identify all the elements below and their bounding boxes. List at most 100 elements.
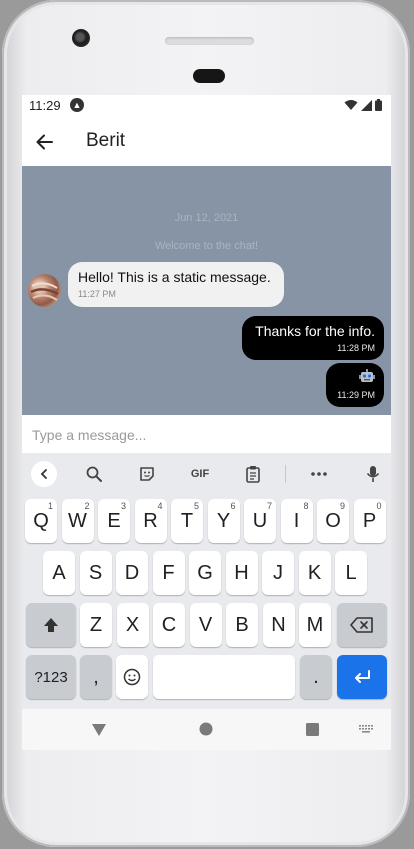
battery-icon xyxy=(375,99,382,111)
status-icons xyxy=(344,99,382,111)
expo-app-icon: ▲ xyxy=(70,98,84,112)
nav-recents-icon[interactable] xyxy=(306,723,319,736)
key-u[interactable]: U7 xyxy=(244,499,276,543)
key-label: P xyxy=(362,509,377,532)
key-number-hint: 1 xyxy=(47,501,53,511)
keyboard-search-button[interactable] xyxy=(80,460,108,488)
key-m[interactable]: M xyxy=(299,603,331,647)
key-w[interactable]: W2 xyxy=(61,499,94,543)
keyboard-collapse-button[interactable] xyxy=(31,461,57,487)
key-number-hint: 9 xyxy=(339,501,345,511)
key-l[interactable]: L xyxy=(335,551,367,595)
key-number-hint: 3 xyxy=(120,501,126,511)
device-screen: 11:29 ▲ Berit Jun 12, 2021 Welcome to th… xyxy=(22,95,391,750)
shift-key[interactable] xyxy=(26,603,76,647)
key-label: T xyxy=(180,509,194,532)
key-e[interactable]: E3 xyxy=(98,499,130,543)
key-label: I xyxy=(293,509,300,532)
message-text: Thanks for the info. xyxy=(255,323,375,339)
system-message: Welcome to the chat! xyxy=(154,240,259,252)
proximity-sensor xyxy=(193,69,225,83)
outgoing-emoji-bubble[interactable]: 11:29 PM xyxy=(326,363,384,407)
key-s[interactable]: S xyxy=(79,551,112,595)
comma-key[interactable]: , xyxy=(80,655,112,699)
clipboard-button[interactable] xyxy=(239,460,267,488)
key-z[interactable]: Z xyxy=(80,603,112,647)
outgoing-message-bubble[interactable]: Thanks for the info. 11:28 PM xyxy=(242,316,384,360)
key-b[interactable]: B xyxy=(226,603,258,647)
key-number-hint: 5 xyxy=(193,501,199,511)
message-list[interactable]: Jun 12, 2021 Welcome to the chat! Hello!… xyxy=(22,166,391,415)
key-g[interactable]: G xyxy=(189,551,221,595)
toolbar-divider xyxy=(285,465,286,483)
key-f[interactable]: F xyxy=(152,551,185,595)
key-d[interactable]: D xyxy=(116,551,148,595)
clipboard-icon xyxy=(246,466,260,483)
sticker-button[interactable] xyxy=(133,460,161,488)
search-icon xyxy=(86,466,102,482)
nav-home-icon[interactable] xyxy=(199,722,213,736)
key-label: Y xyxy=(216,509,231,532)
message-time: 11:29 PM xyxy=(337,390,375,400)
robot-emoji-icon xyxy=(359,369,375,382)
key-label: R xyxy=(143,509,158,532)
key-y[interactable]: Y6 xyxy=(207,499,240,543)
key-number-hint: 2 xyxy=(84,501,90,511)
key-x[interactable]: X xyxy=(116,603,149,647)
shift-arrow-icon xyxy=(44,618,58,632)
system-navigation-bar xyxy=(22,709,391,750)
space-key[interactable] xyxy=(153,655,295,699)
backspace-key[interactable] xyxy=(337,603,387,647)
front-camera xyxy=(72,29,90,47)
period-key[interactable]: . xyxy=(300,655,332,699)
enter-arrow-icon xyxy=(355,670,370,683)
key-n[interactable]: N xyxy=(262,603,295,647)
message-time: 11:28 PM xyxy=(337,343,375,353)
key-p[interactable]: P0 xyxy=(353,499,386,543)
symbols-key[interactable]: ?123 xyxy=(26,655,76,699)
status-bar: 11:29 ▲ xyxy=(22,95,391,117)
key-label: O xyxy=(325,509,341,532)
chat-title: Berit xyxy=(86,130,126,151)
composer-bar xyxy=(22,415,391,453)
gif-label: GIF xyxy=(190,468,210,480)
gif-button[interactable]: GIF xyxy=(185,460,215,488)
key-q[interactable]: Q1 xyxy=(25,499,57,543)
key-j[interactable]: J xyxy=(262,551,294,595)
key-o[interactable]: O9 xyxy=(317,499,349,543)
soft-keyboard: G I F Q 1 W 2 E 3 R 4 T 5 Y 6 U 7 I 8 O 9 … xyxy=(22,453,391,709)
more-horizontal-icon xyxy=(311,472,327,476)
keyboard-toolbar: GIF xyxy=(22,453,391,495)
key-i[interactable]: I8 xyxy=(280,499,313,543)
voice-input-button[interactable] xyxy=(359,460,387,488)
key-a[interactable]: A xyxy=(43,551,75,595)
key-t[interactable]: T5 xyxy=(171,499,203,543)
avatar-texture xyxy=(30,282,59,301)
enter-key[interactable] xyxy=(337,655,387,699)
back-button[interactable] xyxy=(32,129,58,155)
incoming-message-bubble[interactable]: Hello! This is a static message. 11:27 P… xyxy=(68,262,284,307)
sticker-icon xyxy=(140,467,154,481)
emoji-key[interactable] xyxy=(116,655,148,699)
date-separator: Jun 12, 2021 xyxy=(174,212,239,224)
key-label: E xyxy=(107,509,121,532)
smiley-icon xyxy=(123,668,141,686)
key-k[interactable]: K xyxy=(298,551,331,595)
message-emoji xyxy=(335,369,375,387)
key-number-hint: 6 xyxy=(230,501,236,511)
keyboard-switcher-icon[interactable] xyxy=(358,724,374,734)
key-h[interactable]: H xyxy=(225,551,258,595)
key-r[interactable]: R4 xyxy=(134,499,167,543)
nav-back-icon[interactable] xyxy=(91,723,107,737)
chevron-left-icon xyxy=(40,469,47,479)
more-options-button[interactable] xyxy=(305,460,333,488)
wifi-icon xyxy=(344,100,358,110)
key-v[interactable]: V xyxy=(189,603,222,647)
contact-avatar[interactable] xyxy=(28,274,61,307)
cellular-signal-icon xyxy=(361,99,372,111)
earpiece-speaker xyxy=(165,37,254,45)
key-c[interactable]: C xyxy=(153,603,185,647)
key-label: Q xyxy=(33,509,49,532)
key-number-hint: 8 xyxy=(303,501,309,511)
message-input[interactable] xyxy=(30,423,384,447)
